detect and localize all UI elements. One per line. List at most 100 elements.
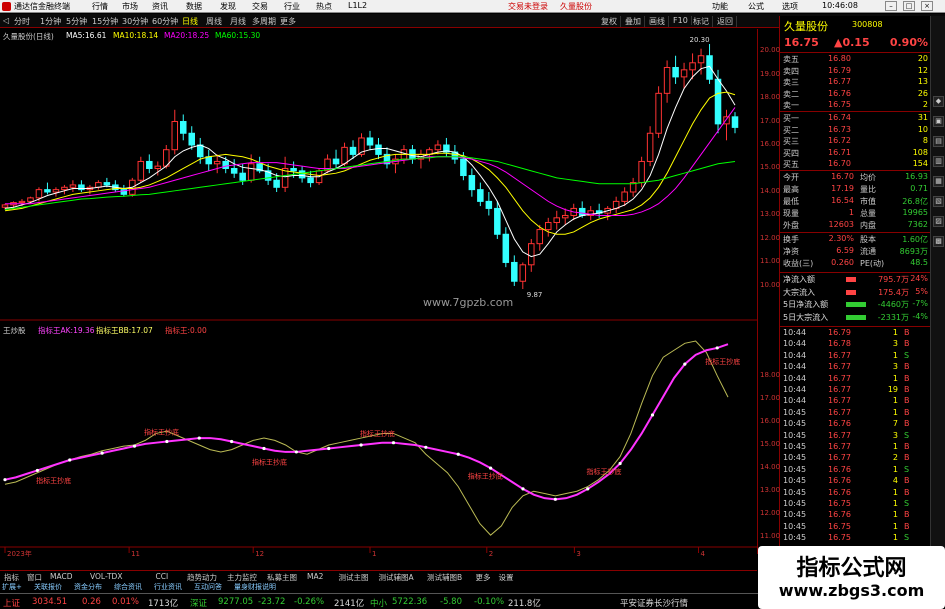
tick-time: 10:44 xyxy=(783,350,807,360)
trade-login-link[interactable]: 交易未登录 xyxy=(508,1,548,12)
stock-name-link[interactable]: 久量股份 xyxy=(560,1,592,12)
tick-row: 10:45 16.75 1 S xyxy=(780,533,931,544)
ask-label: 卖五 xyxy=(783,55,799,64)
maximize-button[interactable]: □ xyxy=(903,1,915,11)
candle-body xyxy=(536,229,544,245)
candle-body xyxy=(663,66,671,94)
sidebar-button-4[interactable]: ▥ xyxy=(933,156,944,167)
extension-tab[interactable]: 资金分布 xyxy=(74,582,102,592)
menu-l1l2[interactable]: L1L2 xyxy=(348,1,367,10)
x-tick-label: 1 xyxy=(372,550,376,558)
sidebar-button-6[interactable]: ▧ xyxy=(933,196,944,207)
tick-price: 16.75 xyxy=(828,533,851,543)
minimize-button[interactable]: – xyxy=(885,1,897,11)
tick-price: 16.77 xyxy=(828,373,851,383)
sidebar-button-8[interactable]: ▩ xyxy=(933,236,944,247)
bid-price: 16.71 xyxy=(828,147,851,157)
overlay-button[interactable]: 叠加 xyxy=(622,16,645,27)
menu-options[interactable]: 选项 xyxy=(782,1,798,12)
tick-side: B xyxy=(904,362,910,372)
tab-period-60m[interactable]: 60分钟 xyxy=(152,16,178,27)
bid-row: 买四 16.71 108 xyxy=(780,148,931,159)
extension-tab[interactable]: 行业资讯 xyxy=(154,582,182,592)
tick-time: 10:45 xyxy=(783,407,807,417)
tick-volume: 1 xyxy=(892,373,898,383)
indicator-ak-point xyxy=(68,458,72,462)
sidebar-button-3[interactable]: ▤ xyxy=(933,136,944,147)
restore-rights-button[interactable]: 复权 xyxy=(598,16,621,27)
tab-period-30m[interactable]: 30分钟 xyxy=(122,16,148,27)
ma-line-ma10 xyxy=(4,91,736,235)
tab-period-day[interactable]: 日线 xyxy=(182,16,198,27)
f10-button[interactable]: F10 xyxy=(670,16,692,25)
bid-label: 买三 xyxy=(783,137,799,146)
tick-time: 10:45 xyxy=(783,442,807,451)
sidebar-button-5[interactable]: ▦ xyxy=(933,176,944,187)
indicator-tab[interactable]: MA2 xyxy=(305,572,325,581)
candle-body xyxy=(714,78,722,125)
extension-tab[interactable]: 综合资讯 xyxy=(114,582,142,592)
menu-data[interactable]: 数据 xyxy=(186,1,202,12)
menu-market[interactable]: 市场 xyxy=(122,1,138,12)
tick-side: B xyxy=(904,419,910,429)
tick-price: 16.77 xyxy=(828,385,851,394)
flow-bar xyxy=(846,302,866,307)
sidebar-button-1[interactable]: ◆ xyxy=(933,96,944,107)
kline-chart[interactable]: 2023年 11 12 1 2 3 420.309.87指标王抄底指标王抄底指标王抄底指标王… xyxy=(0,29,757,559)
menu-discover[interactable]: 发现 xyxy=(220,1,236,12)
tick-side: S xyxy=(904,430,910,440)
back-icon[interactable]: ◁ xyxy=(3,16,9,25)
close-button[interactable]: × xyxy=(921,1,933,11)
bid-volume: 8 xyxy=(922,136,928,145)
ask-label: 卖二 xyxy=(783,89,799,99)
return-button[interactable]: 返回 xyxy=(714,16,737,27)
tab-period-tick[interactable]: 分时 xyxy=(14,16,30,27)
menu-formula[interactable]: 公式 xyxy=(748,1,764,12)
sidebar-button-2[interactable]: ▣ xyxy=(933,116,944,127)
tab-period-more[interactable]: 更多 xyxy=(280,16,296,27)
bid-volume: 154 xyxy=(912,159,928,168)
flow-label: 5日净流入额 xyxy=(783,300,829,309)
ask-row: 卖二 16.76 26 xyxy=(780,89,931,100)
indicator-tab[interactable]: VOL-TDX xyxy=(88,572,124,581)
indicator-signal-legend: 指标王:0.00 xyxy=(165,326,207,335)
extension-tab[interactable]: 关联报价 xyxy=(34,582,62,592)
menu-function[interactable]: 功能 xyxy=(712,1,728,12)
tab-period-week[interactable]: 周线 xyxy=(206,16,222,27)
price-tick: 19.00 xyxy=(760,69,781,78)
indicator-tab[interactable]: CCI xyxy=(154,572,171,581)
draw-line-button[interactable]: 画线 xyxy=(646,16,669,27)
mark-button[interactable]: 标记 xyxy=(690,16,713,27)
tab-period-month[interactable]: 月线 xyxy=(230,16,246,27)
sh-index-change: 0.26 xyxy=(82,597,101,607)
tick-row: 10:45 16.76 1 B xyxy=(780,510,931,521)
indicator-ak-point xyxy=(586,487,590,491)
indicator-tab[interactable]: MACD xyxy=(48,572,74,581)
sme-index-value: 5722.36 xyxy=(392,597,428,607)
menu-industry[interactable]: 行业 xyxy=(284,1,300,12)
menu-news[interactable]: 资讯 xyxy=(152,1,168,12)
extension-tab[interactable]: 量身财报说明 xyxy=(234,582,276,592)
candle-body xyxy=(247,163,255,181)
menu-hotspot[interactable]: 热点 xyxy=(316,1,332,12)
tab-period-15m[interactable]: 15分钟 xyxy=(92,16,118,27)
candle-body xyxy=(137,160,145,181)
sz-index-change: -23.72 xyxy=(258,597,286,607)
candle-body xyxy=(638,160,645,184)
extension-tab[interactable]: 扩展+ xyxy=(2,582,22,592)
flow-pct: 24% xyxy=(910,274,928,283)
menu-quotes[interactable]: 行情 xyxy=(92,1,108,12)
stat-label: 外盘 xyxy=(783,221,799,230)
bid-price: 16.74 xyxy=(828,113,851,122)
tab-period-multi[interactable]: 多周期 xyxy=(252,16,276,27)
tab-period-1m[interactable]: 1分钟 xyxy=(40,16,61,27)
stock-header: 久量股份 300808 xyxy=(780,18,931,33)
ask-price: 16.77 xyxy=(828,77,851,86)
tick-row: 10:44 16.77 3 B xyxy=(780,362,931,373)
tick-side: B xyxy=(904,521,910,531)
extension-tab[interactable]: 互动问答 xyxy=(194,582,222,592)
tab-period-5m[interactable]: 5分钟 xyxy=(66,16,87,27)
sidebar-button-7[interactable]: ▨ xyxy=(933,216,944,227)
menu-trade[interactable]: 交易 xyxy=(252,1,268,12)
app-logo-icon xyxy=(2,2,11,11)
